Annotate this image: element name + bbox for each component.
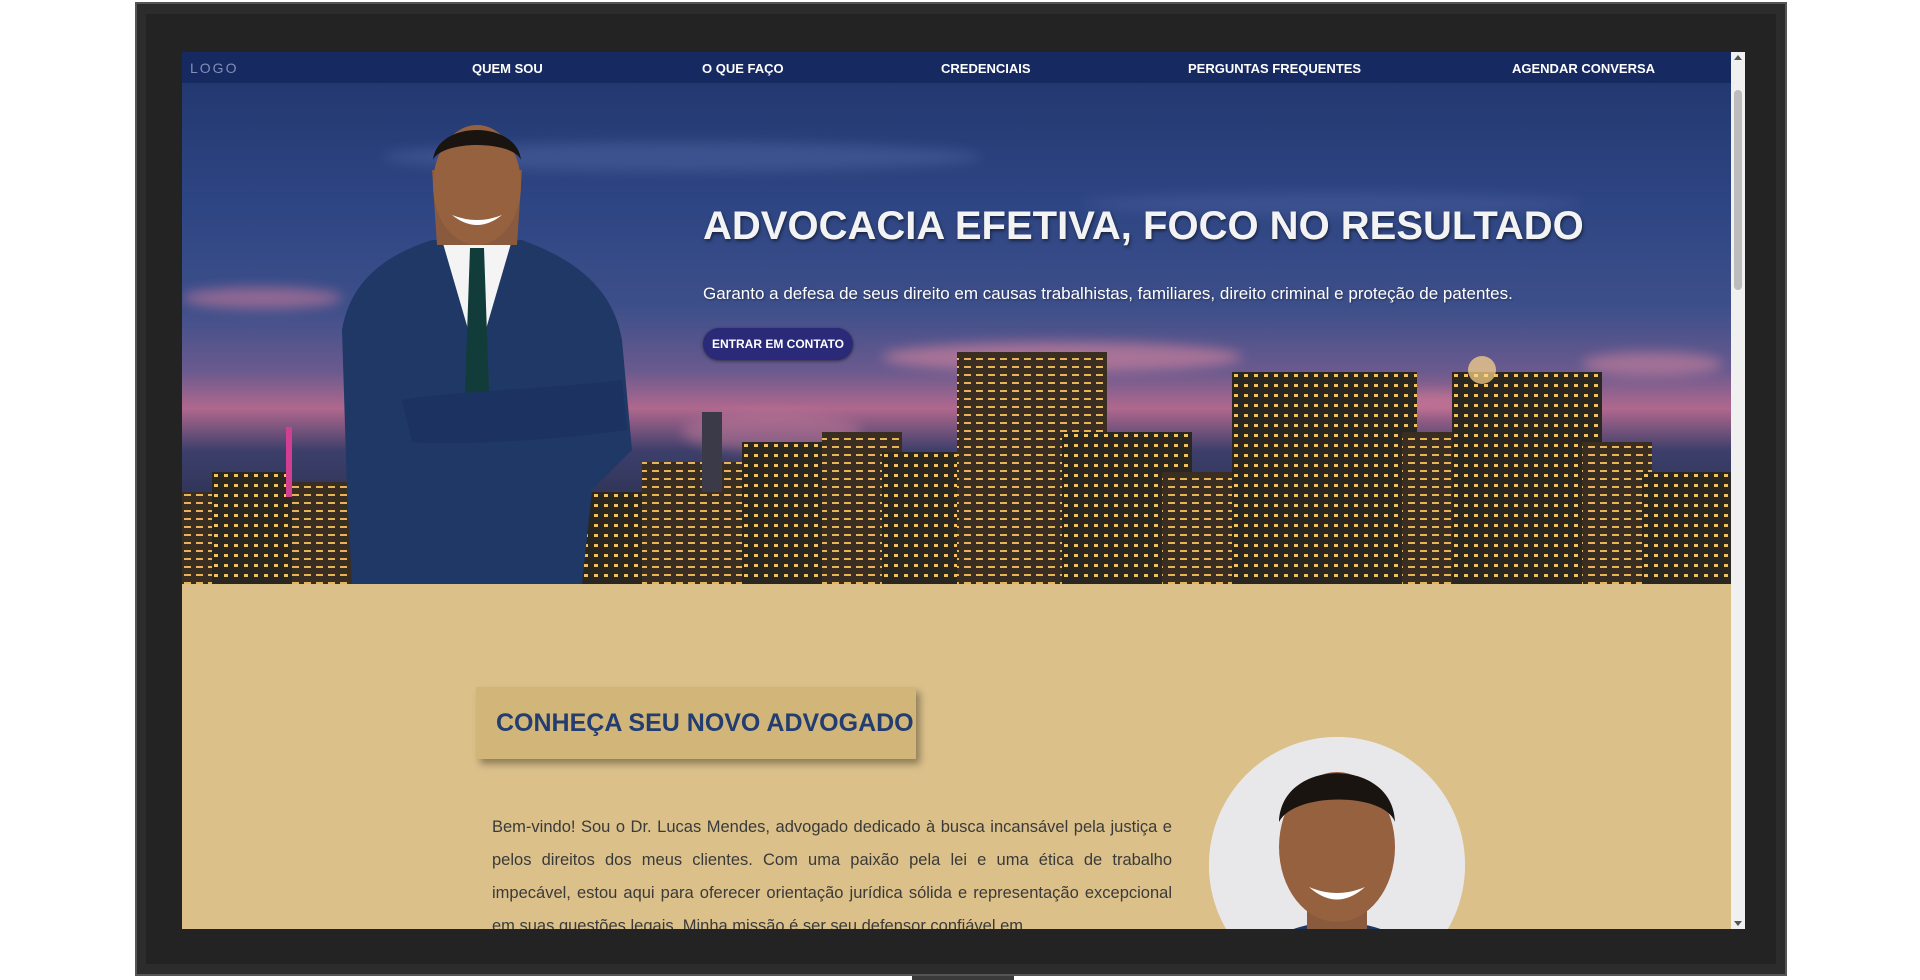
scroll-up-arrow-icon[interactable] (1734, 55, 1742, 60)
site-logo[interactable]: LOGO (190, 60, 238, 76)
nav-link-quem-sou[interactable]: QUEM SOU (472, 61, 543, 76)
scroll-thumb[interactable] (1734, 90, 1742, 290)
nav-link-agendar-conversa[interactable]: AGENDAR CONVERSA (1512, 61, 1655, 76)
scroll-down-arrow-icon[interactable] (1734, 921, 1742, 926)
nav-link-credenciais[interactable]: CREDENCIAIS (941, 61, 1031, 76)
hero-subtitle: Garanto a defesa de seus direito em caus… (703, 284, 1513, 303)
contact-button[interactable]: ENTRAR EM CONTATO (703, 328, 853, 360)
about-title-box: CONHEÇA SEU NOVO ADVOGADO (476, 687, 916, 759)
about-section: CONHEÇA SEU NOVO ADVOGADO Bem-vindo! Sou… (182, 584, 1731, 929)
about-text: Bem-vindo! Sou o Dr. Lucas Mendes, advog… (492, 817, 1172, 930)
nav-link-o-que-faco[interactable]: O QUE FAÇO (702, 61, 784, 76)
top-nav: LOGO QUEM SOU O QUE FAÇO CREDENCIAIS PER… (182, 52, 1731, 83)
hero-title: ADVOCACIA EFETIVA, FOCO NO RESULTADO (703, 203, 1584, 248)
monitor-stand (912, 976, 1014, 980)
vertical-scrollbar[interactable] (1731, 52, 1745, 929)
web-page: LOGO QUEM SOU O QUE FAÇO CREDENCIAIS PER… (182, 52, 1731, 929)
nav-link-perguntas-frequentes[interactable]: PERGUNTAS FREQUENTES (1188, 61, 1361, 76)
lawyer-photo (342, 125, 632, 584)
about-title: CONHEÇA SEU NOVO ADVOGADO (496, 709, 914, 737)
hero-section: LOGO QUEM SOU O QUE FAÇO CREDENCIAIS PER… (182, 52, 1731, 584)
browser-viewport: LOGO QUEM SOU O QUE FAÇO CREDENCIAIS PER… (182, 52, 1745, 929)
